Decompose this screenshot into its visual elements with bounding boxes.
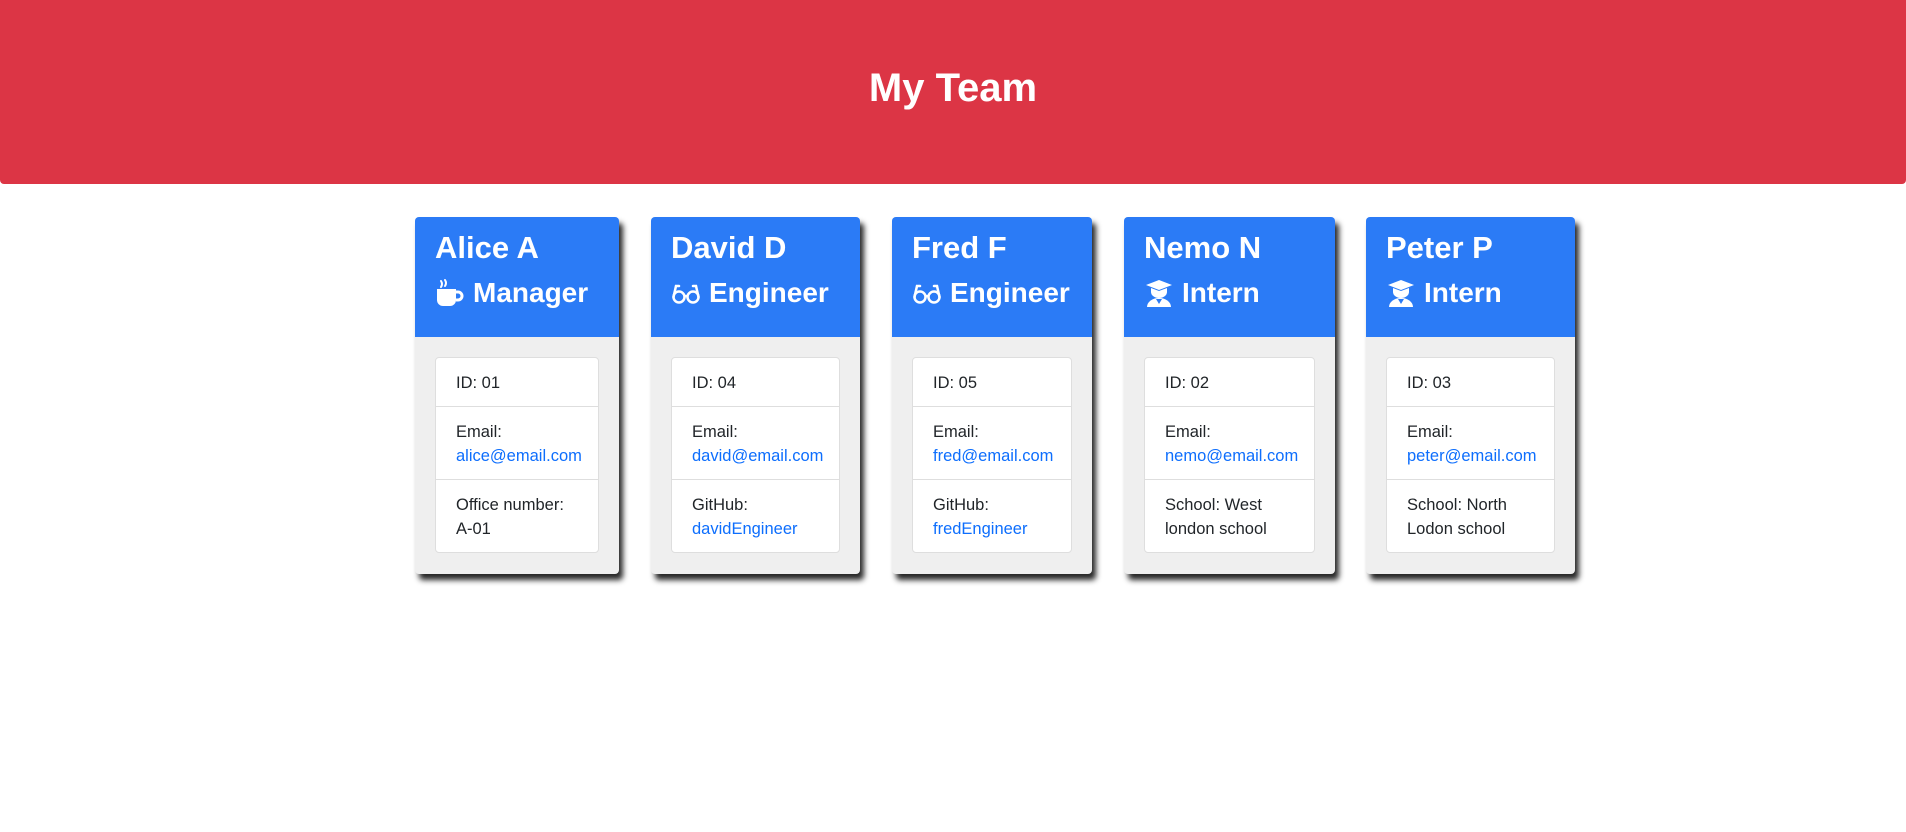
email-link[interactable]: alice@email.com	[456, 447, 582, 465]
office-item: Office number: A-01	[436, 479, 598, 552]
details-list: ID: 01 Email: alice@email.com Office num…	[435, 357, 599, 553]
card-header: Fred F Engineer	[892, 217, 1092, 337]
school-value: london school	[1165, 520, 1267, 538]
employee-role: Intern	[1144, 277, 1315, 309]
github-link[interactable]: davidEngineer	[692, 520, 798, 538]
email-label: Email:	[1407, 423, 1453, 441]
card-header: Peter P Intern	[1366, 217, 1575, 337]
employee-card-david: David D Engineer ID: 04 Email: david@ema…	[651, 217, 860, 574]
school-value: Lodon school	[1407, 520, 1506, 538]
email-link[interactable]: peter@email.com	[1407, 447, 1537, 465]
school-item: School: North Lodon school	[1387, 479, 1554, 552]
employee-name: Peter P	[1386, 230, 1493, 265]
email-link[interactable]: fred@email.com	[933, 447, 1053, 465]
email-label: Email:	[456, 423, 502, 441]
id-text: ID: 02	[1165, 374, 1210, 392]
role-label: Manager	[473, 277, 589, 308]
email-label: Email:	[933, 423, 979, 441]
card-body: ID: 01 Email: alice@email.com Office num…	[415, 337, 619, 553]
id-item: ID: 05	[913, 358, 1071, 406]
email-item: Email: peter@email.com	[1387, 406, 1554, 479]
card-header: David D Engineer	[651, 217, 860, 337]
email-item: Email: david@email.com	[672, 406, 839, 479]
id-item: ID: 01	[436, 358, 598, 406]
mug-icon	[435, 278, 465, 308]
github-label: GitHub:	[933, 496, 989, 514]
school-label: School: West	[1165, 496, 1262, 514]
card-body: ID: 04 Email: david@email.com GitHub: da…	[651, 337, 860, 553]
employee-card-alice: Alice A Manager ID: 01 Email: alice@emai…	[415, 217, 619, 574]
role-label: Intern	[1424, 277, 1502, 308]
id-text: ID: 05	[933, 374, 978, 392]
github-item: GitHub: fredEngineer	[913, 479, 1071, 552]
employee-card-nemo: Nemo N Intern ID: 02 Email: nemo@email.c…	[1124, 217, 1335, 574]
graduate-icon	[1144, 278, 1174, 308]
employee-role: Manager	[435, 277, 599, 309]
email-link[interactable]: nemo@email.com	[1165, 447, 1298, 465]
glasses-icon	[912, 278, 942, 308]
employee-role: Engineer	[912, 277, 1072, 309]
email-item: Email: alice@email.com	[436, 406, 598, 479]
employee-name: David D	[671, 230, 787, 265]
email-label: Email:	[1165, 423, 1211, 441]
details-list: ID: 02 Email: nemo@email.com School: Wes…	[1144, 357, 1315, 553]
employee-role: Engineer	[671, 277, 840, 309]
github-item: GitHub: davidEngineer	[672, 479, 839, 552]
employee-role: Intern	[1386, 277, 1555, 309]
office-label: Office number:	[456, 496, 564, 514]
id-item: ID: 03	[1387, 358, 1554, 406]
page-header: My Team	[0, 0, 1906, 184]
employee-name: Fred F	[912, 230, 1007, 265]
employee-card-peter: Peter P Intern ID: 03 Email: peter@email…	[1366, 217, 1575, 574]
office-value: A-01	[456, 520, 491, 538]
details-list: ID: 05 Email: fred@email.com GitHub: fre…	[912, 357, 1072, 553]
email-item: Email: nemo@email.com	[1145, 406, 1314, 479]
id-item: ID: 04	[672, 358, 839, 406]
employee-card-fred: Fred F Engineer ID: 05 Email: fred@email…	[892, 217, 1092, 574]
github-label: GitHub:	[692, 496, 748, 514]
id-text: ID: 04	[692, 374, 737, 392]
school-item: School: West london school	[1145, 479, 1314, 552]
role-label: Engineer	[950, 277, 1070, 308]
details-list: ID: 04 Email: david@email.com GitHub: da…	[671, 357, 840, 553]
details-list: ID: 03 Email: peter@email.com School: No…	[1386, 357, 1555, 553]
employee-name: Alice A	[435, 230, 539, 265]
role-label: Engineer	[709, 277, 829, 308]
github-link[interactable]: fredEngineer	[933, 520, 1027, 538]
glasses-icon	[671, 278, 701, 308]
id-item: ID: 02	[1145, 358, 1314, 406]
school-label: School: North	[1407, 496, 1507, 514]
card-body: ID: 03 Email: peter@email.com School: No…	[1366, 337, 1575, 553]
card-body: ID: 02 Email: nemo@email.com School: Wes…	[1124, 337, 1335, 553]
employee-name: Nemo N	[1144, 230, 1262, 265]
graduate-icon	[1386, 278, 1416, 308]
id-text: ID: 01	[456, 374, 501, 392]
card-header: Alice A Manager	[415, 217, 619, 337]
page-title: My Team	[868, 65, 1038, 110]
role-label: Intern	[1182, 277, 1260, 308]
card-body: ID: 05 Email: fred@email.com GitHub: fre…	[892, 337, 1092, 553]
email-label: Email:	[692, 423, 738, 441]
card-header: Nemo N Intern	[1124, 217, 1335, 337]
email-link[interactable]: david@email.com	[692, 447, 823, 465]
email-item: Email: fred@email.com	[913, 406, 1071, 479]
id-text: ID: 03	[1407, 374, 1452, 392]
